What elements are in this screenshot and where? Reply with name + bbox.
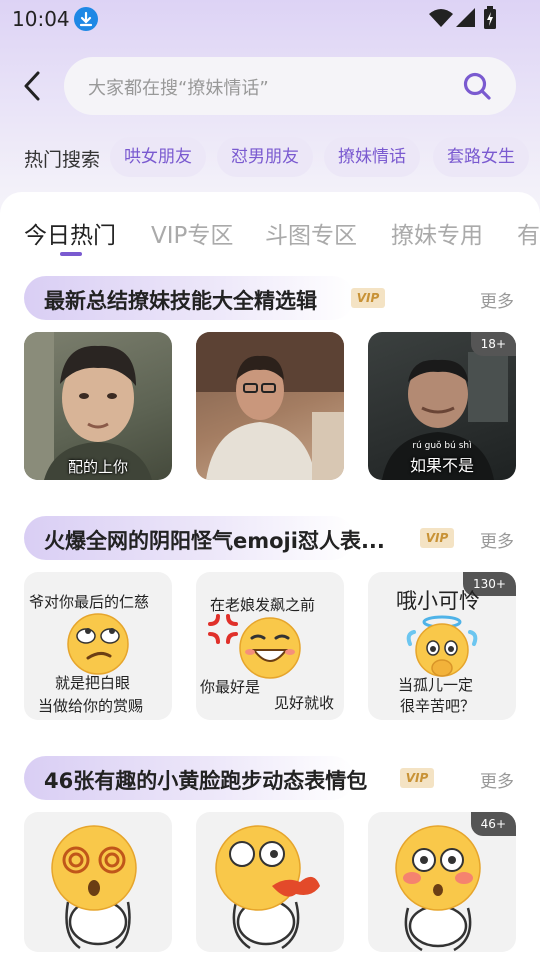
smiling-emoji-icon (239, 617, 301, 679)
more-link[interactable]: 更多 (480, 527, 514, 552)
vip-badge: VIP (351, 288, 385, 308)
download-icon (74, 7, 98, 31)
old-man-image (196, 332, 344, 480)
thumb-caption: 配的上你 (67, 458, 128, 476)
tab-vip[interactable]: VIP专区 (151, 216, 233, 250)
signal-icon (455, 8, 475, 32)
hot-tag-2[interactable]: 撩妹情话 (324, 137, 420, 177)
meme-thumb[interactable] (24, 812, 172, 952)
vip-badge: VIP (420, 528, 454, 548)
meme-thumb[interactable] (196, 812, 344, 952)
tab-flirt[interactable]: 撩妹专用 (391, 216, 483, 250)
meme-text: 哦小可怜 (396, 589, 480, 613)
tab-today-hot[interactable]: 今日热门 (24, 216, 116, 250)
thumb-caption: 如果不是 (409, 456, 474, 475)
battery-icon (483, 6, 497, 34)
hot-tag-0[interactable]: 哄女朋友 (110, 137, 206, 177)
count-badge: 18+ (470, 332, 516, 356)
back-icon[interactable] (18, 68, 48, 104)
search-input[interactable]: 大家都在搜“撩妹情话” (64, 57, 516, 115)
status-time: 10:04 (12, 7, 70, 31)
wifi-icon (429, 8, 453, 32)
meme-thumb[interactable]: 130+ 哦小可怜 当孤儿一定 很辛苦吧？ (368, 572, 516, 720)
meme-text: 当做给你的赏赐 (38, 697, 144, 715)
vip-badge: VIP (400, 768, 434, 788)
meme-thumb[interactable] (196, 332, 344, 480)
tab-indicator (60, 252, 82, 256)
eye-roll-emoji-icon (67, 613, 129, 675)
anger-symbol-icon (208, 614, 238, 644)
status-bar: 10:04 (0, 0, 540, 38)
dizzy-running-emoji-icon (51, 825, 137, 950)
meme-text: 就是把白眼 (55, 674, 131, 692)
hot-search-label: 热门搜索 (24, 149, 101, 171)
meme-text: 当孤儿一定 (398, 676, 474, 694)
meme-thumb[interactable]: 46+ (368, 812, 516, 952)
section-title[interactable]: 火爆全网的阴阳怪气emoji怼人表... (44, 525, 385, 555)
meme-text: 爷对你最后的仁慈 (29, 593, 150, 611)
meme-thumb[interactable]: 爷对你最后的仁慈 就是把白眼 当做给你的赏赐 (24, 572, 172, 720)
tab-fight-pics[interactable]: 斗图专区 (265, 216, 357, 250)
pinyin-caption: rú guǒ bú shì (412, 441, 472, 451)
section-title[interactable]: 46张有趣的小黄脸跑步动态表情包 (44, 765, 367, 795)
tab-more-cut[interactable]: 有 (517, 216, 540, 250)
meme-thumb[interactable]: 18+ rú guǒ bú shì 如果不是 (368, 332, 516, 480)
meme-text: 很辛苦吧？ (400, 697, 476, 715)
count-badge: 46+ (470, 812, 516, 836)
meme-thumb[interactable]: 配的上你 (24, 332, 172, 480)
puffing-emoji-icon (215, 825, 320, 950)
hot-tag-1[interactable]: 怼男朋友 (217, 137, 313, 177)
search-placeholder: 大家都在搜“撩妹情话” (88, 78, 269, 99)
angel-emoji-icon (406, 615, 478, 677)
hot-tag-3[interactable]: 套路女生 (433, 137, 529, 177)
meme-text: 见好就收 (274, 694, 335, 712)
meme-text: 你最好是 (200, 678, 261, 696)
search-icon[interactable] (462, 71, 492, 105)
meme-thumb[interactable]: 在老娘发飙之前 你最好是 见好就收 (196, 572, 344, 720)
more-link[interactable]: 更多 (480, 287, 514, 312)
more-link[interactable]: 更多 (480, 767, 514, 792)
section-title[interactable]: 最新总结撩妹技能大全精选辑 (44, 285, 317, 315)
